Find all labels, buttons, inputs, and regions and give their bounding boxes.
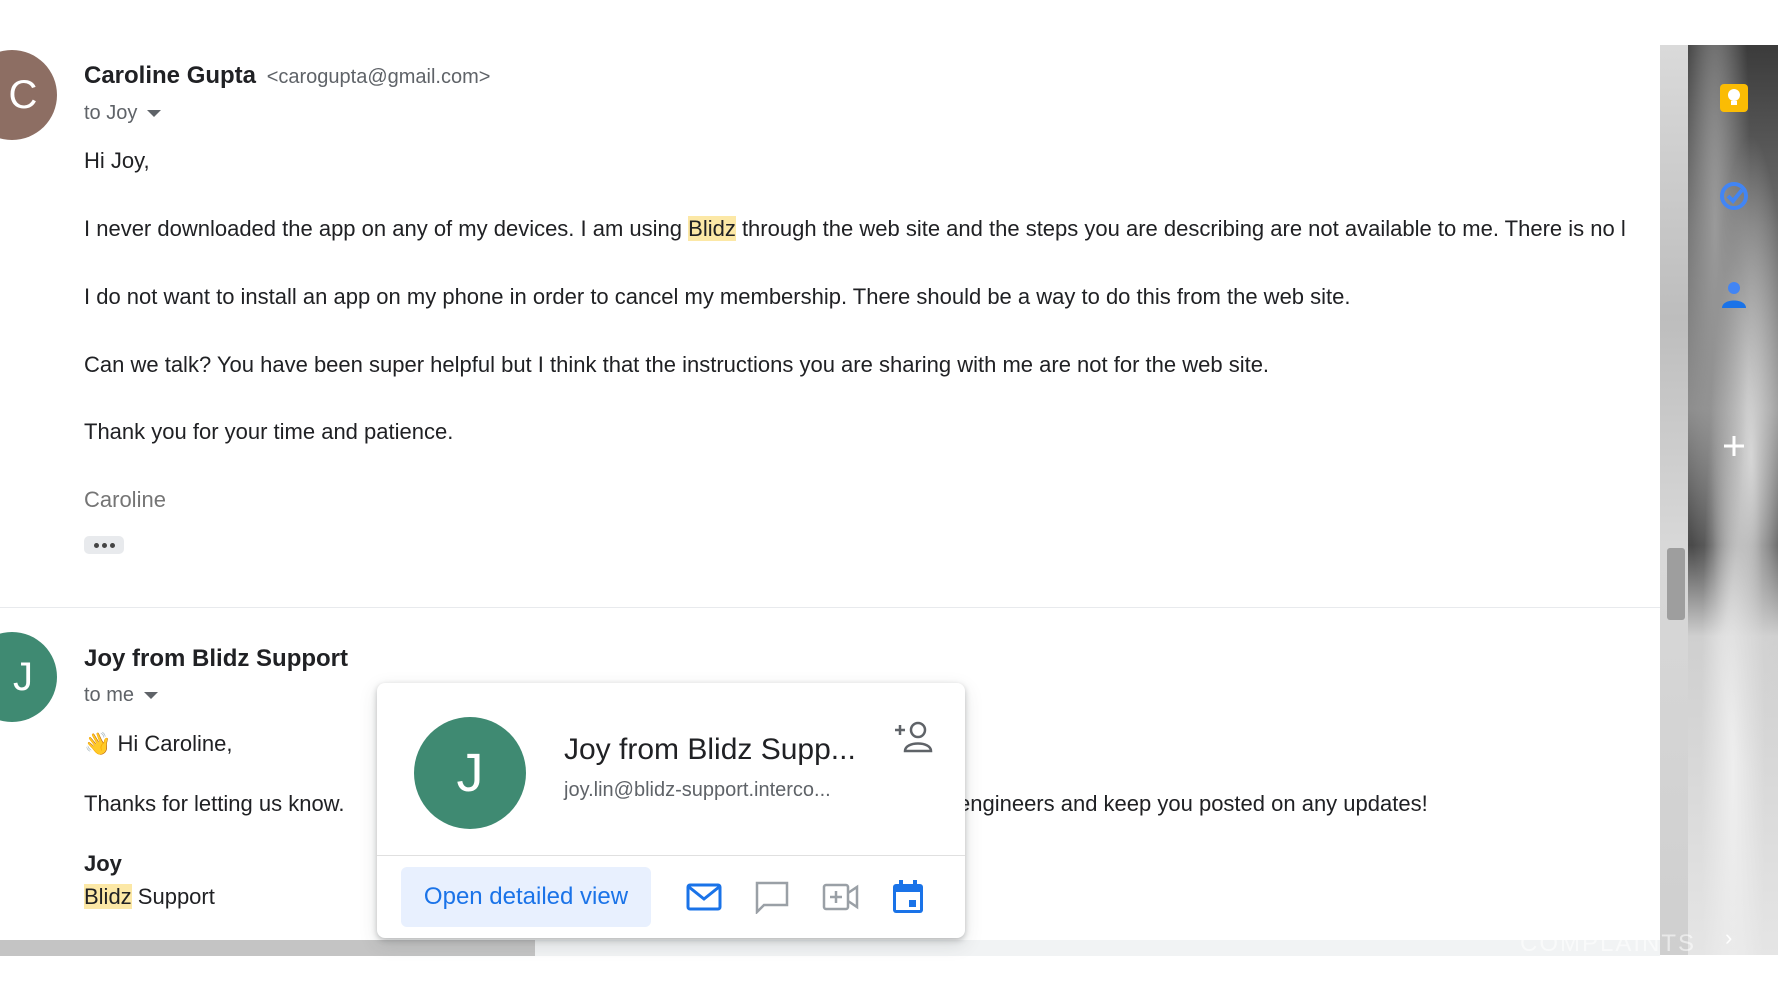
vertical-scrollbar-thumb[interactable] [1667,548,1685,620]
recipient-label: to me [84,684,135,706]
contact-avatar: J [414,717,526,829]
message-paragraph-start: Thanks for letting us know. [84,791,345,816]
sender-avatar-joy[interactable]: J [0,632,57,722]
message-paragraph-end: engineers and keep you posted on any upd… [958,791,1428,816]
tasks-icon[interactable] [1718,180,1750,212]
add-icon[interactable] [1718,430,1750,462]
sender-name[interactable]: Joy from Blidz Support [84,645,348,673]
message-signature: Caroline [84,487,166,512]
message-divider [0,607,1660,608]
horizontal-scrollbar-thumb[interactable] [0,940,535,956]
contact-name: Joy from Blidz Supp... [564,733,856,766]
dot-icon [93,542,99,548]
mail-icon[interactable] [684,877,724,917]
message-paragraph: I never downloaded the app on any of my … [84,216,1626,241]
background-strip [1660,45,1688,955]
background-watermark: COMPLAINTS [1520,930,1697,957]
contact-email[interactable]: joy.lin@blidz-support.interco... [564,779,831,802]
recipient-details-toggle[interactable]: to Joy [84,102,162,125]
chat-icon[interactable] [752,877,792,917]
sender-avatar-caroline[interactable]: C [0,50,57,140]
message-paragraph: I do not want to install an app on my ph… [84,284,1351,309]
dot-icon [101,542,107,548]
gmail-window: C Caroline Gupta <carogupta@gmail.com> t… [0,0,1778,1000]
card-divider [377,855,965,856]
search-highlight: Blidz [688,216,736,241]
contacts-icon[interactable] [1718,278,1750,310]
add-contact-icon[interactable] [892,719,936,755]
recipient-details-toggle[interactable]: to me [84,684,159,707]
message-greeting: 👋 Hi Caroline, [84,731,233,756]
sender-header: Caroline Gupta <carogupta@gmail.com> [84,62,490,90]
contact-hover-card: J Joy from Blidz Supp... joy.lin@blidz-s… [377,683,965,938]
signature-company: Blidz Support [84,884,215,909]
calendar-icon[interactable] [888,877,928,917]
search-highlight: Blidz [84,884,132,909]
show-trimmed-content-button[interactable] [84,536,124,554]
message-paragraph: Thank you for your time and patience. [84,419,454,444]
sender-name[interactable]: Caroline Gupta [84,62,256,89]
keep-icon[interactable] [1718,82,1750,114]
message-greeting: Hi Joy, [84,148,150,173]
chevron-down-icon [144,692,159,699]
wave-emoji: 👋 [84,731,112,756]
sender-email: <carogupta@gmail.com> [266,66,491,88]
chevron-down-icon [147,110,162,117]
dot-icon [109,542,115,548]
message-paragraph: Can we talk? You have been super helpful… [84,352,1270,377]
recipient-label: to Joy [84,102,138,124]
video-call-icon[interactable] [821,877,861,917]
open-detailed-view-button[interactable]: Open detailed view [401,867,651,927]
chevron-right-icon[interactable]: › [1725,925,1732,951]
signature-name: Joy [84,851,122,876]
